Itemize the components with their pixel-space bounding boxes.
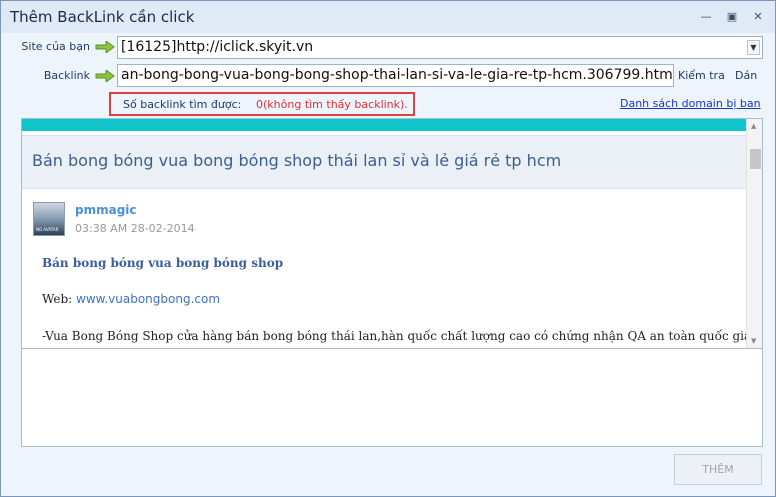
scroll-up-icon[interactable]: ▲ — [751, 122, 756, 130]
post-heading: Bán bong bóng vua bong bóng shop — [42, 256, 284, 270]
lower-panel — [21, 349, 763, 447]
backlink-count-label: Số backlink tìm được: — [123, 98, 242, 111]
close-icon[interactable]: ✕ — [750, 10, 766, 24]
backlink-label: Backlink — [43, 69, 90, 82]
check-button[interactable]: Kiểm tra — [678, 69, 725, 82]
scroll-down-icon[interactable]: ▼ — [751, 337, 756, 345]
title-bar: Thêm BackLink cần click — ▣ ✕ — [1, 1, 775, 33]
post-body: -Vua Bong Bóng Shop cửa hàng bán bong bó… — [42, 329, 763, 343]
backlink-count-box: Số backlink tìm được: 0(không tìm thấy b… — [109, 92, 415, 116]
arrow-right-icon — [95, 70, 115, 82]
backlink-count-value: 0(không tìm thấy backlink). — [256, 98, 408, 111]
add-button[interactable]: THÊM — [674, 454, 762, 485]
minimize-icon[interactable]: — — [698, 10, 714, 24]
scrollbar-thumb[interactable] — [750, 149, 761, 169]
chevron-down-icon[interactable]: ▼ — [747, 40, 760, 55]
arrow-right-icon — [95, 41, 115, 53]
post-author[interactable]: pmmagic — [75, 203, 137, 217]
post-web-line: Web: www.vuabongbong.com — [42, 292, 220, 306]
vertical-scrollbar[interactable]: ▲ ▼ — [746, 119, 762, 348]
post-web-link[interactable]: www.vuabongbong.com — [76, 292, 220, 306]
window-title: Thêm BackLink cần click — [10, 8, 195, 26]
avatar-text: NO AVATAR — [36, 227, 59, 232]
dialog-window: Thêm BackLink cần click — ▣ ✕ Site của b… — [0, 0, 776, 497]
post-web-label: Web: — [42, 292, 76, 306]
thread-title-bar: Bán bong bóng vua bong bóng shop thái la… — [22, 135, 746, 189]
thread-title: Bán bong bóng vua bong bóng shop thái la… — [32, 151, 562, 170]
restore-icon[interactable]: ▣ — [724, 10, 740, 24]
page-preview[interactable]: Bán bong bóng vua bong bóng shop thái la… — [21, 118, 763, 349]
post-date: 03:38 AM 28-02-2014 — [75, 222, 195, 235]
page-header-strip — [22, 119, 746, 131]
banned-domain-list-link[interactable]: Danh sách domain bị ban — [620, 97, 761, 110]
post: NO AVATAR pmmagic 03:38 AM 28-02-2014 Bá… — [22, 189, 763, 348]
backlink-input[interactable]: an-bong-bong-vua-bong-bong-shop-thai-lan… — [117, 64, 674, 87]
avatar: NO AVATAR — [33, 202, 65, 236]
site-select[interactable]: [16125]http://iclick.skyit.vn ▼ — [117, 36, 763, 59]
backlink-input-value: an-bong-bong-vua-bong-bong-shop-thai-lan… — [121, 67, 674, 83]
site-label: Site của bạn — [21, 40, 90, 53]
site-select-value: [16125]http://iclick.skyit.vn — [121, 39, 314, 55]
paste-button[interactable]: Dán — [735, 69, 757, 82]
